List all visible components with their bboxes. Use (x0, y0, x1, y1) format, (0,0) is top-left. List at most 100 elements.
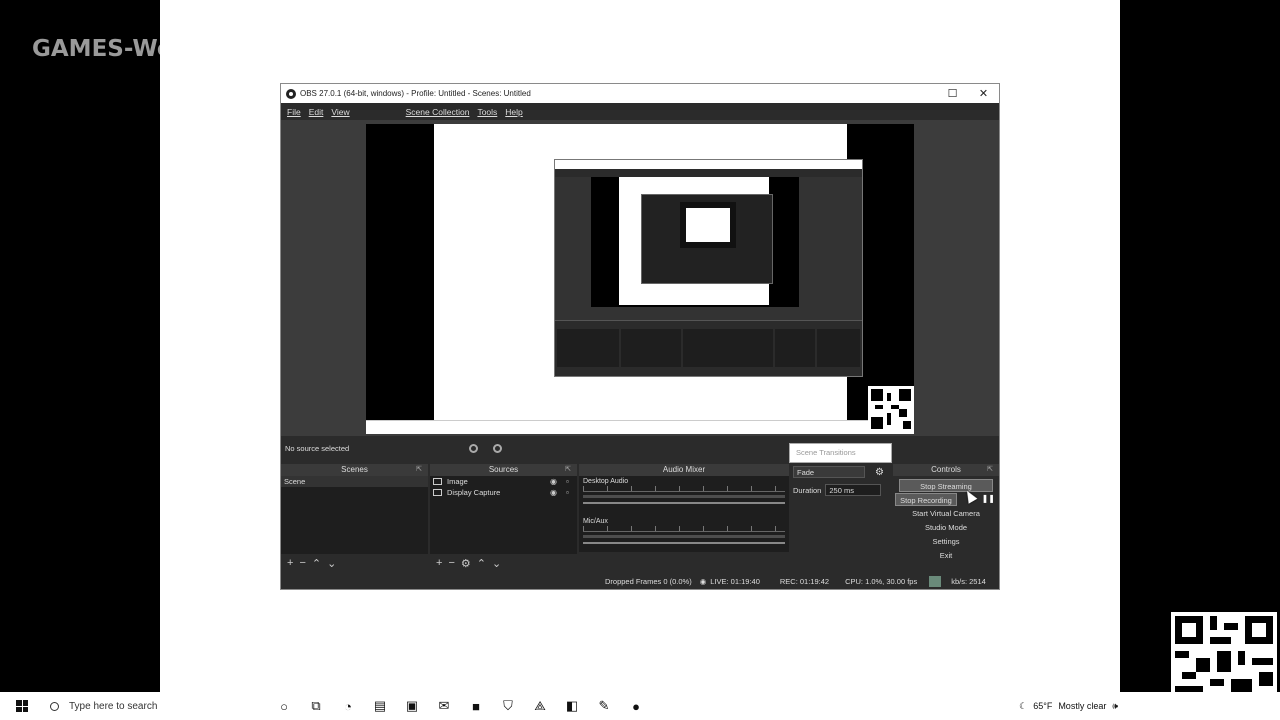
menu-view[interactable]: View (331, 107, 349, 117)
obs-logo-icon (286, 88, 296, 99)
visibility-eye-icon[interactable]: ◉ (550, 487, 557, 498)
audio-mixer-header: Audio Mixer (579, 464, 789, 476)
move-up-icon[interactable]: ⌃ (477, 557, 486, 570)
nested-recursive-capture (680, 202, 736, 248)
preview-area (281, 120, 999, 436)
image-icon (433, 478, 442, 485)
scenes-dock-header: Scenes ⇱ (281, 464, 428, 476)
shield-icon[interactable]: ⛉ (498, 696, 518, 716)
studio-mode-button[interactable]: Studio Mode (899, 521, 993, 534)
audio-mixer-dock: Audio Mixer Desktop Audio Mic/Aux (579, 464, 789, 572)
transitions-dock: Fade ⚙ Duration 250 ms (789, 464, 891, 572)
source-settings-gear-icon[interactable]: ⚙ (461, 557, 471, 570)
controls-list: Stop Streaming Stop Recording ❚❚ Start V… (893, 476, 999, 562)
source-status-label: No source selected (285, 444, 350, 453)
nested-preview (591, 177, 799, 307)
watermark-text: GAMES-We (32, 36, 160, 62)
volume-slider[interactable] (583, 542, 785, 544)
stop-recording-button[interactable]: Stop Recording (895, 493, 957, 506)
preview-canvas[interactable] (366, 124, 914, 434)
menu-file[interactable]: File (287, 107, 301, 117)
scenes-toolbar: + − ⌃ ⌄ (281, 554, 428, 572)
cortana-icon[interactable]: ○ (274, 696, 294, 716)
source-toolbar-controls (469, 444, 505, 454)
app-icon[interactable]: ▤ (370, 696, 390, 716)
recording-row: Stop Recording ❚❚ (893, 493, 999, 506)
task-view-icon[interactable]: ⧉ (306, 696, 326, 716)
stop-streaming-button[interactable]: Stop Streaming (899, 479, 993, 492)
properties-button[interactable] (469, 444, 481, 454)
taskbar-search[interactable]: Type here to search (44, 692, 270, 720)
add-scene-icon[interactable]: + (287, 557, 293, 569)
volume-icon[interactable]: 🕪 (1112, 701, 1118, 712)
move-up-icon[interactable]: ⌃ (312, 557, 321, 570)
mixer-channel-desktop-audio: Desktop Audio (579, 476, 789, 516)
mail-icon[interactable]: ✉ (434, 696, 454, 716)
captured-taskbar (366, 420, 914, 434)
settings-button[interactable]: Settings (899, 535, 993, 548)
cpu-fps: CPU: 1.0%, 30.00 fps (845, 577, 918, 586)
monitor-icon (433, 489, 442, 496)
start-button[interactable] (0, 700, 44, 712)
close-button[interactable]: ✕ (968, 87, 999, 100)
source-item-display-capture[interactable]: Display Capture ◉ ▫ (430, 487, 577, 498)
gear-icon[interactable]: ⚙ (875, 467, 884, 478)
scene-transitions-popup[interactable]: Scene Transitions (789, 443, 892, 463)
dock-float-icon[interactable]: ⇱ (987, 464, 993, 476)
menu-tools[interactable]: Tools (477, 107, 497, 117)
menu-help[interactable]: Help (505, 107, 522, 117)
lock-icon[interactable]: ▫ (566, 476, 569, 487)
menu-scene-collection[interactable]: Scene Collection (406, 107, 470, 117)
channel-label: Desktop Audio (583, 478, 629, 485)
right-letterbox (1120, 0, 1280, 692)
controls-dock-title: Controls (931, 465, 961, 474)
nested-dock-transitions (775, 329, 815, 367)
sources-list: Image ◉ ▫ Display Capture ◉ ▫ (430, 476, 577, 554)
volume-meter-scale (583, 526, 785, 532)
duration-row: Duration 250 ms (789, 482, 891, 498)
move-down-icon[interactable]: ⌄ (327, 557, 336, 570)
filters-button[interactable] (493, 444, 505, 454)
edge-icon[interactable]: ◔ (338, 696, 358, 716)
dropped-frames: Dropped Frames 0 (0.0%) (605, 577, 692, 586)
source-item-label: Display Capture (447, 488, 501, 497)
app-icon[interactable]: ✎ (594, 696, 614, 716)
powerpoint-icon[interactable]: ◧ (562, 696, 582, 716)
remove-scene-icon[interactable]: − (299, 557, 305, 569)
maximize-button[interactable]: ☐ (937, 87, 968, 100)
pause-icon[interactable]: ❚❚ (982, 494, 995, 503)
app-icon[interactable]: ■ (466, 696, 486, 716)
obs-window: OBS 27.0.1 (64-bit, windows) - Profile: … (280, 83, 1000, 590)
obs-titlebar[interactable]: OBS 27.0.1 (64-bit, windows) - Profile: … (281, 84, 999, 103)
volume-slider[interactable] (583, 502, 785, 504)
remove-source-icon[interactable]: − (448, 557, 454, 569)
obs-app-icon[interactable]: ● (626, 696, 646, 716)
duration-input[interactable]: 250 ms (825, 484, 882, 496)
taskbar-apps: ○ ⧉ ◔ ▤ ▣ ✉ ■ ⛉ ⟁ ◧ ✎ ● (274, 696, 646, 716)
filter-icon (493, 444, 503, 454)
pdf-icon[interactable]: ⟁ (530, 696, 550, 716)
volume-meter (583, 495, 785, 498)
sources-dock-title: Sources (488, 465, 519, 474)
source-item-label: Image (447, 477, 468, 486)
weather-temp[interactable]: 65°F (1033, 701, 1052, 711)
transition-select[interactable]: Fade (793, 466, 865, 478)
dock-float-icon[interactable]: ⇱ (416, 464, 422, 476)
sources-dock: Sources ⇱ Image ◉ ▫ Display Capture ◉ ▫ (430, 464, 577, 572)
menu-edit[interactable]: Edit (309, 107, 324, 117)
nested-docks (555, 320, 862, 376)
start-virtual-camera-button[interactable]: Start Virtual Camera (899, 507, 993, 520)
store-icon[interactable]: ▣ (402, 696, 422, 716)
source-item-image[interactable]: Image ◉ ▫ (430, 476, 577, 487)
search-icon (50, 701, 59, 711)
move-down-icon[interactable]: ⌄ (492, 557, 501, 570)
lock-icon[interactable]: ▫ (566, 487, 569, 498)
exit-button[interactable]: Exit (899, 549, 993, 562)
scene-item[interactable]: Scene (281, 476, 428, 487)
add-source-icon[interactable]: + (436, 557, 442, 569)
weather-desc[interactable]: Mostly clear (1058, 701, 1106, 711)
visibility-eye-icon[interactable]: ◉ (550, 476, 557, 487)
left-letterbox: GAMES-We (0, 0, 160, 692)
stream-health-icon (929, 576, 942, 587)
dock-float-icon[interactable]: ⇱ (565, 464, 571, 476)
